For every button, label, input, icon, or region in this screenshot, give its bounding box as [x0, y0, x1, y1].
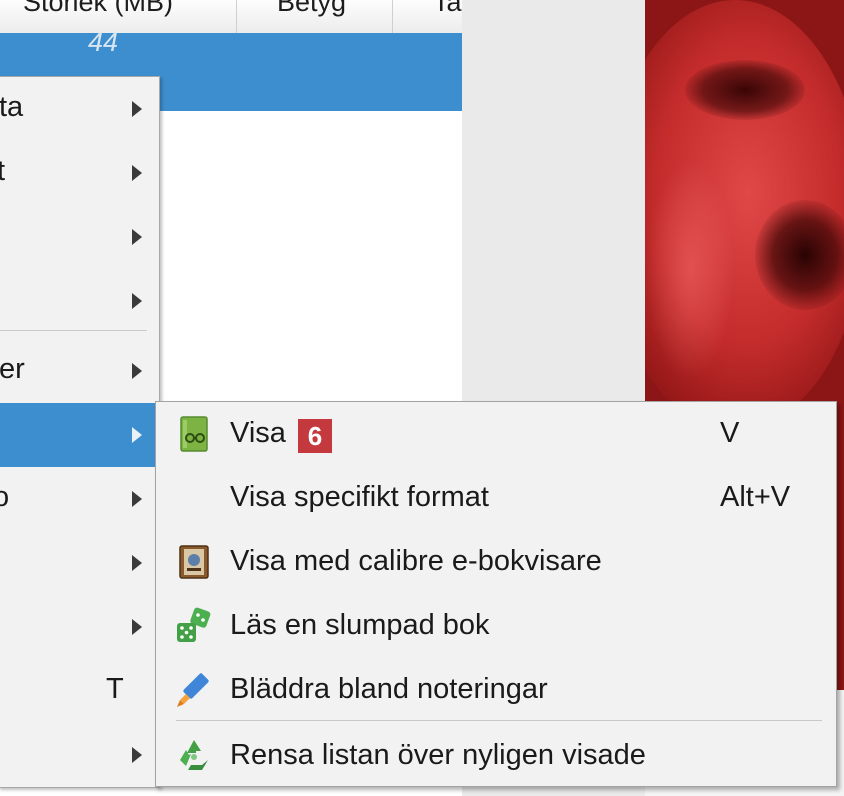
chevron-right-icon: [132, 229, 142, 245]
submenu-item-label: Läs en slumpad bok: [230, 609, 490, 641]
submenu-item-view-specific-format[interactable]: Visa specifikt format Alt+V: [156, 466, 836, 530]
context-menu-item-7[interactable]: o: [0, 467, 159, 531]
context-menu: ta t er o T: [0, 76, 160, 788]
submenu-item-label: Bläddra bland noteringar: [230, 673, 548, 705]
recycle-icon: [174, 736, 214, 776]
chevron-right-icon: [132, 619, 142, 635]
submenu-item-label: Visa med calibre e-bokvisare: [230, 545, 602, 577]
cover-eye: [685, 60, 805, 120]
shortcut-label: T: [106, 673, 124, 705]
submenu-item-clear-recent[interactable]: Rensa listan över nyligen visade: [156, 724, 836, 788]
column-header-tags[interactable]: Ta: [393, 0, 462, 33]
context-menu-item-view[interactable]: [0, 403, 159, 467]
menu-separator: [176, 720, 822, 721]
submenu-item-random-book[interactable]: Läs en slumpad bok: [156, 594, 836, 658]
cover-highlight: [645, 160, 735, 380]
table-header: Storlek (MB) Betyg Ta: [0, 0, 462, 34]
context-menu-item-10[interactable]: T: [0, 659, 159, 723]
step-badge: 6: [298, 419, 332, 453]
chevron-right-icon: [132, 491, 142, 507]
context-menu-item-9[interactable]: [0, 595, 159, 659]
submenu-item-label: Visa: [230, 417, 286, 449]
chevron-right-icon: [132, 165, 142, 181]
menu-separator: [0, 330, 147, 331]
submenu-item-view[interactable]: Visa 6 V: [156, 402, 836, 466]
context-menu-item-8[interactable]: [0, 531, 159, 595]
chevron-right-icon: [132, 293, 142, 309]
submenu-item-label: Visa specifikt format: [230, 481, 489, 513]
context-menu-item-5[interactable]: er: [0, 339, 159, 403]
chevron-right-icon: [132, 427, 142, 443]
highlighter-icon: [174, 670, 214, 710]
dice-icon: [174, 606, 214, 646]
chevron-right-icon: [132, 363, 142, 379]
chevron-right-icon: [132, 101, 142, 117]
submenu-item-label: Rensa listan över nyligen visade: [230, 739, 646, 771]
book-reader-icon: [174, 414, 214, 454]
cover-nose: [755, 200, 844, 310]
submenu-item-view-ebook-viewer[interactable]: Visa med calibre e-bokvisare: [156, 530, 836, 594]
context-menu-item-2[interactable]: t: [0, 141, 159, 205]
context-menu-item-4[interactable]: [0, 269, 159, 333]
shortcut-label: Alt+V: [720, 481, 791, 513]
context-menu-item-11[interactable]: [0, 723, 159, 787]
ebook-viewer-icon: [174, 542, 214, 582]
size-cell: 44: [88, 27, 119, 57]
chevron-right-icon: [132, 555, 142, 571]
context-menu-item-1[interactable]: ta: [0, 77, 159, 141]
column-header-rating[interactable]: Betyg: [237, 0, 393, 33]
submenu-item-browse-annotations[interactable]: Bläddra bland noteringar: [156, 658, 836, 722]
column-header-size[interactable]: Storlek (MB): [0, 0, 237, 33]
view-submenu: Visa 6 V Visa specifikt format Alt+V Vis…: [155, 401, 837, 787]
chevron-right-icon: [132, 747, 142, 763]
context-menu-item-3[interactable]: [0, 205, 159, 269]
shortcut-label: V: [720, 417, 740, 449]
